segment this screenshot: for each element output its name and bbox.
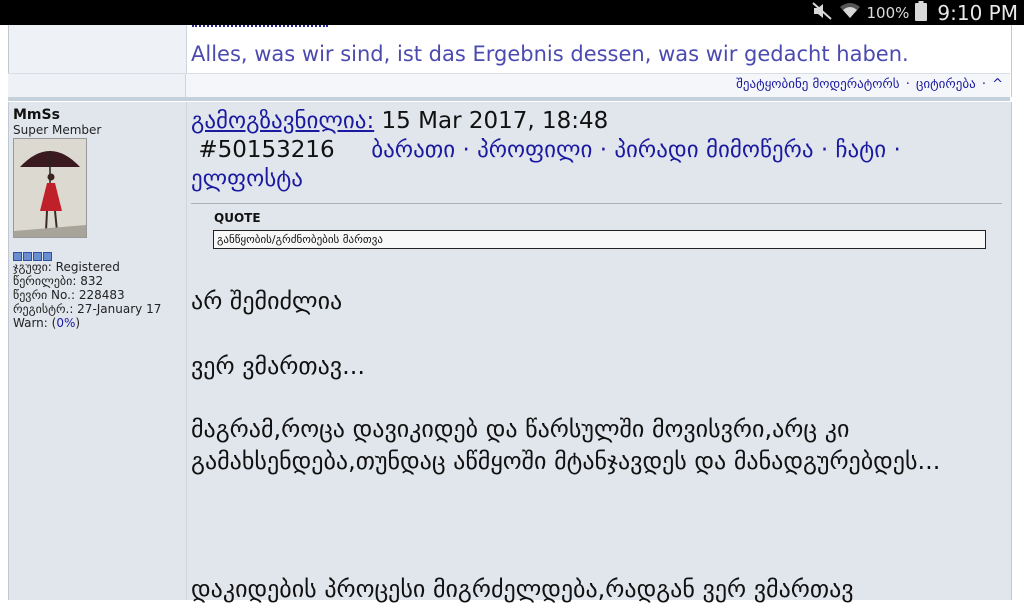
- signature-quote: Alles, was wir sind, ist das Ergebnis de…: [191, 42, 909, 66]
- user-registered: რეგისტრ.: 27-January 17: [13, 302, 162, 316]
- status-icons: 100% 9:10 PM: [811, 0, 1018, 25]
- user-warn: Warn: (0%): [13, 316, 80, 330]
- warn-label: Warn: (: [13, 316, 57, 330]
- post: MmSs Super Member ჯგუფი: Registered წერი…: [8, 102, 1012, 603]
- separator: ·: [893, 137, 901, 163]
- warn-suffix: ): [75, 316, 81, 330]
- separator: ·: [820, 137, 829, 163]
- quote-link[interactable]: ციტირება: [916, 77, 976, 92]
- message-paragraph: დაკიდების პროცესი მიგრძელდება,რადგან ვერ…: [191, 575, 854, 603]
- actions-bar-left: [8, 74, 186, 97]
- username[interactable]: MmSs: [13, 107, 60, 123]
- separator: ·: [599, 137, 608, 163]
- post-actions: შეატყობინე მოდერატორს · ციტირება · ^: [735, 77, 1004, 92]
- message-paragraph: არ შემიძლია: [191, 287, 343, 315]
- battery-icon: [915, 0, 928, 25]
- quote-label: QUOTE: [214, 211, 261, 225]
- header-divider: [191, 203, 1002, 204]
- report-moderator-link[interactable]: შეატყობინე მოდერატორს: [736, 77, 899, 92]
- warn-level-link[interactable]: 0%: [56, 316, 75, 330]
- mute-icon: [811, 1, 833, 24]
- previous-post-actions-bar: შეატყობინე მოდერატორს · ციტირება · ^: [8, 73, 1010, 98]
- profile-card-link[interactable]: ბარათი: [371, 137, 455, 163]
- user-post-count: წერილები: 832: [13, 274, 104, 288]
- message-paragraph: მაგრამ,როცა დავიკიდებ და წარსულში მოვისვ…: [191, 415, 941, 475]
- post-separator: [8, 97, 1010, 101]
- posted-label-link[interactable]: გამოგზავნილია:: [191, 108, 374, 134]
- message-paragraph: ვერ ვმართავ...: [191, 352, 365, 380]
- post-content: გამოგზავნილია: 15 Mar 2017, 18:48 #50153…: [187, 102, 1011, 603]
- scroll-top-link[interactable]: ^: [992, 77, 1003, 92]
- private-message-link[interactable]: პირადი მიმოწერა: [614, 137, 813, 163]
- user-member-number: წევრი No.: 228483: [13, 288, 125, 302]
- separator: ·: [462, 137, 470, 163]
- separator: ·: [905, 77, 910, 92]
- android-status-bar: 100% 9:10 PM: [0, 0, 1024, 25]
- battery-percent: 100%: [866, 3, 910, 22]
- user-profile-column: MmSs Super Member ჯგუფი: Registered წერი…: [9, 102, 187, 600]
- separator: ·: [981, 77, 986, 92]
- forum-thread: Alles, was wir sind, ist das Ergebnis de…: [8, 25, 1012, 603]
- clock: 9:10 PM: [937, 0, 1018, 25]
- wifi-icon: [839, 2, 861, 24]
- post-header: გამოგზავნილია: 15 Mar 2017, 18:48 #50153…: [191, 107, 991, 194]
- chat-link[interactable]: ჩატი: [835, 137, 886, 163]
- signature-divider: [192, 25, 328, 31]
- email-link[interactable]: ელფოსტა: [191, 166, 303, 192]
- profile-link[interactable]: პროფილი: [477, 137, 592, 163]
- avatar: [13, 138, 87, 238]
- post-id[interactable]: #50153216: [198, 137, 334, 163]
- quote-box: განწყობის/გრძნობების მართვა: [213, 230, 986, 249]
- user-title: Super Member: [13, 123, 102, 137]
- user-group: ჯგუფი: Registered: [13, 260, 120, 274]
- avatar-image: [14, 139, 86, 237]
- post-date: 15 Mar 2017, 18:48: [381, 108, 609, 134]
